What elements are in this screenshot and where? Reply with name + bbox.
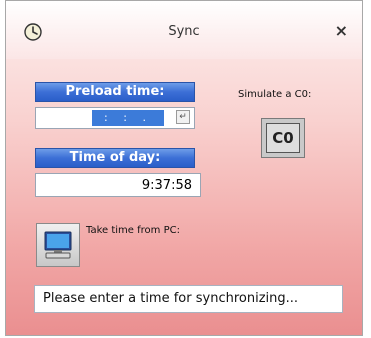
take-time-label: Take time from PC: <box>86 225 180 236</box>
time-of-day-value: 9:37:58 <box>141 178 192 193</box>
time-of-day-label: Time of day: <box>35 148 195 168</box>
window-title: Sync <box>168 24 200 39</box>
computer-icon <box>42 229 74 265</box>
simulate-c0-label: Simulate a C0: <box>238 89 312 100</box>
time-of-day-field: 9:37:58 <box>35 173 201 197</box>
take-time-from-pc-button[interactable] <box>36 223 80 267</box>
close-icon[interactable]: × <box>335 21 348 40</box>
preload-time-input[interactable]: : : . ↵ <box>35 107 195 129</box>
sync-window: Sync × Preload time: : : . ↵ Time of day… <box>5 0 363 336</box>
status-field: Please enter a time for synchronizing... <box>34 285 343 313</box>
enter-icon[interactable]: ↵ <box>176 110 190 124</box>
preload-time-label: Preload time: <box>35 82 195 102</box>
preload-time-value[interactable]: : : . <box>92 110 164 126</box>
title-bar: Sync × <box>6 1 362 59</box>
c0-button-label: C0 <box>266 123 300 153</box>
simulate-c0-button[interactable]: C0 <box>261 118 305 158</box>
